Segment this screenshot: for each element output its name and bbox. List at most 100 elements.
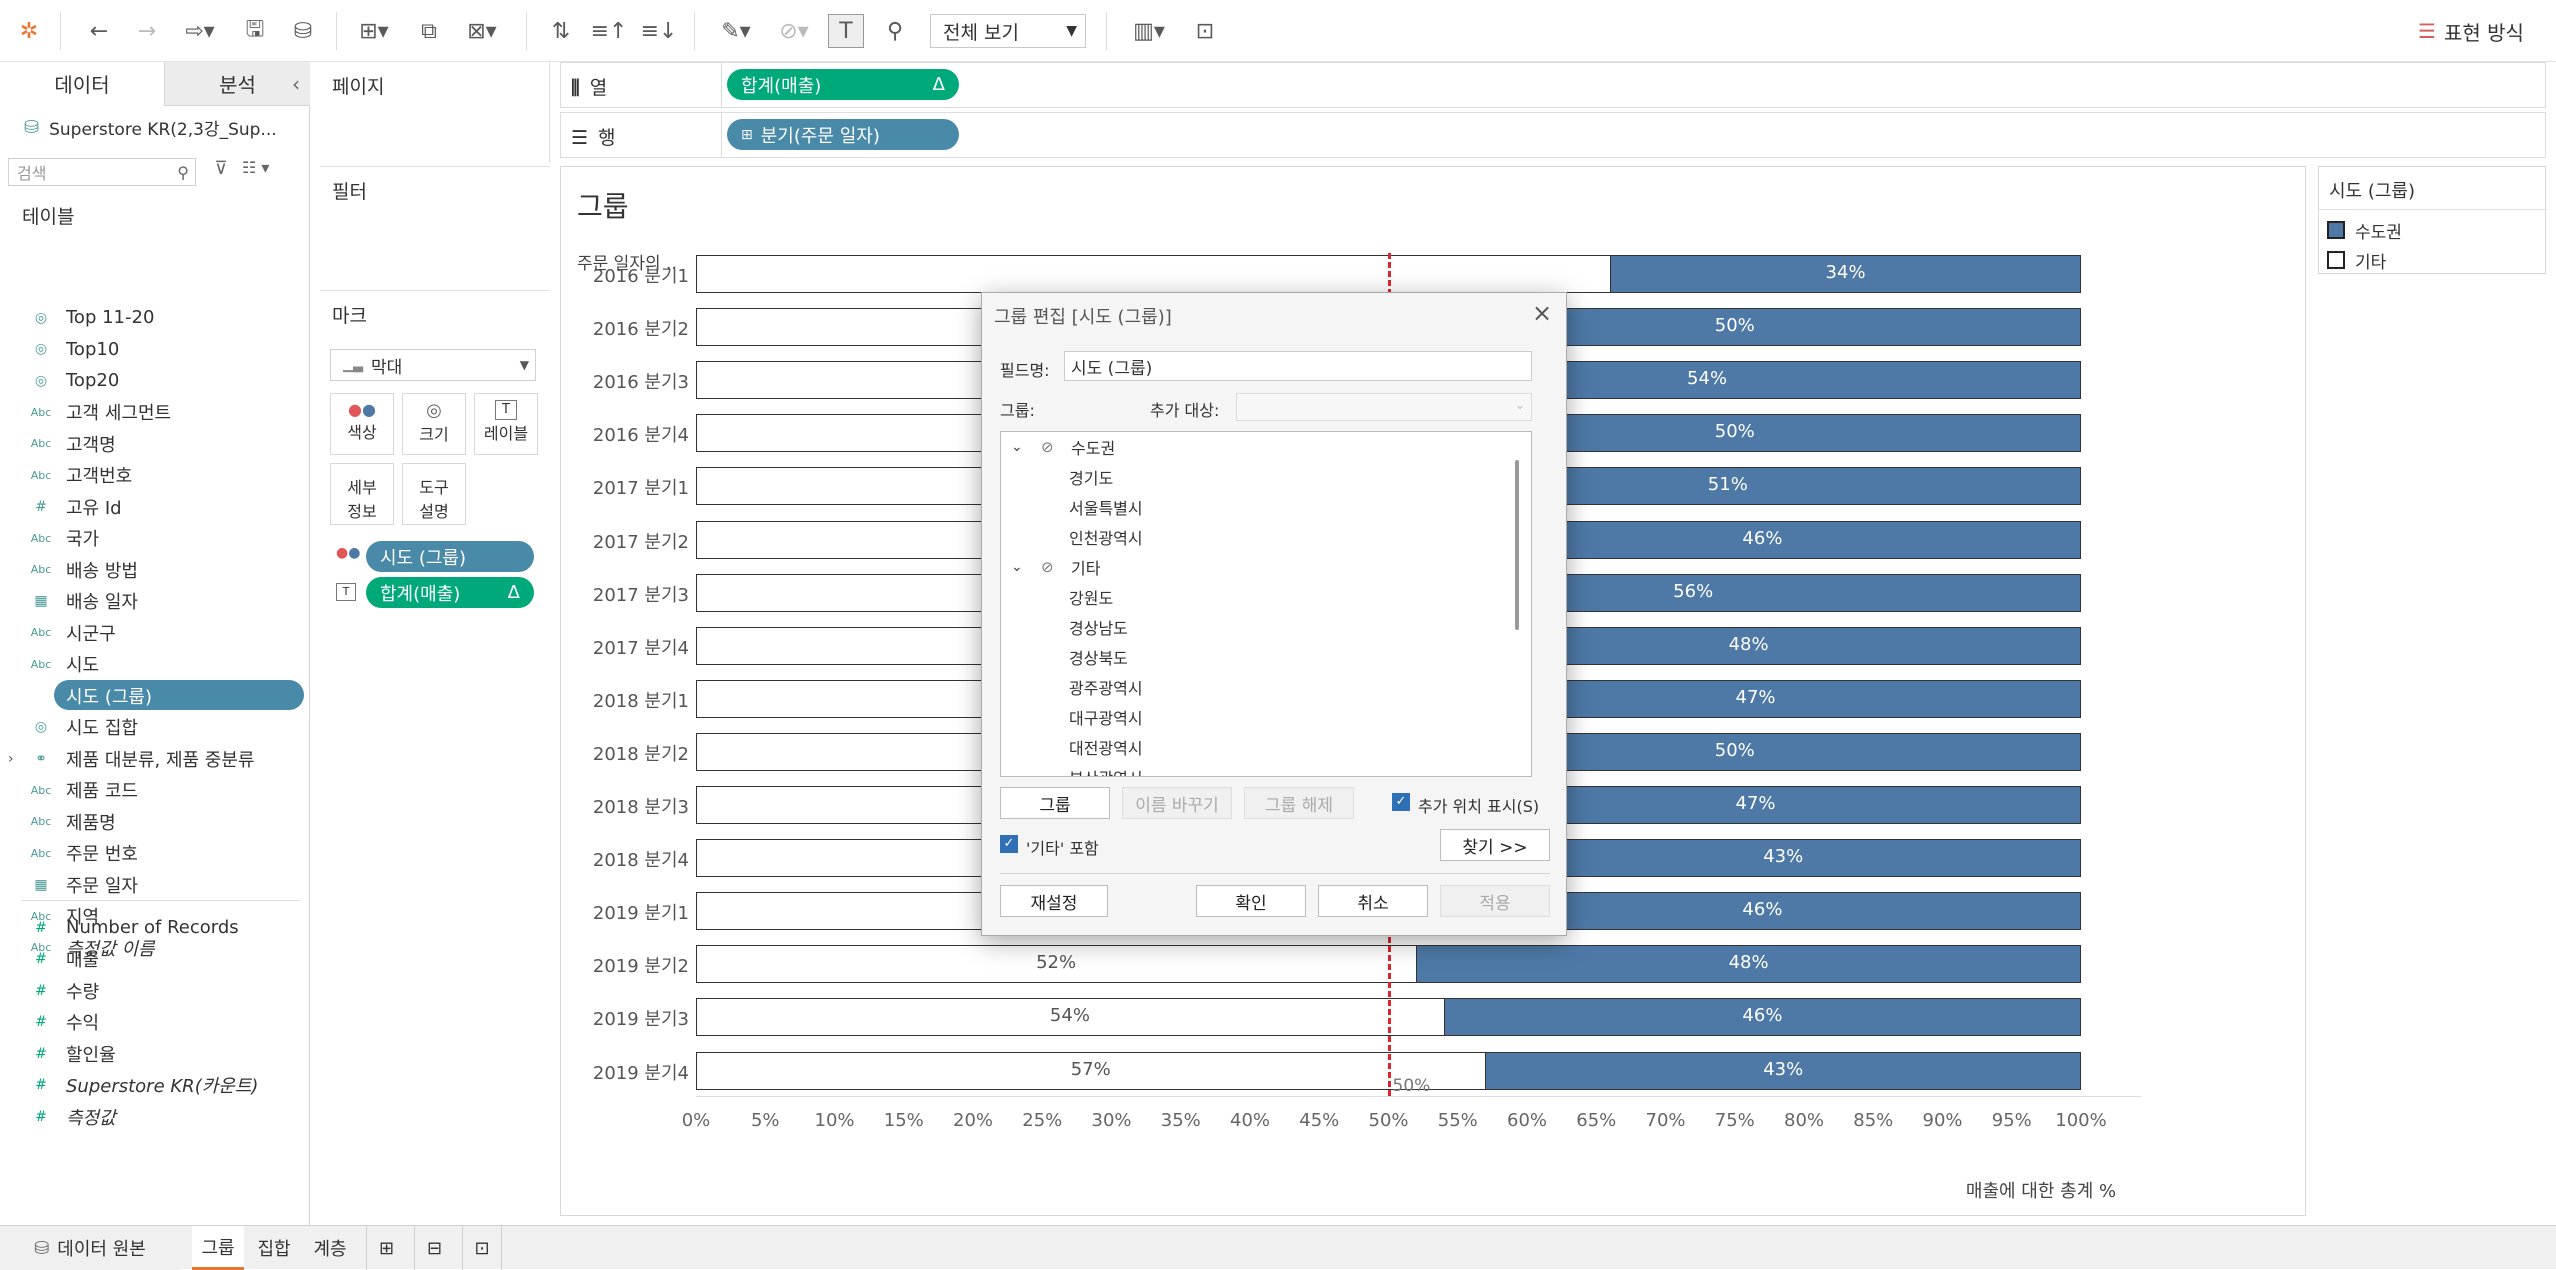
datasource-tab[interactable]: ⛁ 데이터 원본: [0, 1226, 180, 1270]
undo-icon[interactable]: ←: [82, 14, 116, 48]
chevron-down-icon[interactable]: ⌄: [1011, 559, 1023, 575]
tree-member-row[interactable]: 경상북도: [1001, 642, 1529, 672]
tree-member-row[interactable]: 경상남도: [1001, 612, 1529, 642]
label-button[interactable]: T 레이블: [474, 393, 538, 455]
sheet-tab-hierarchy[interactable]: 계층: [304, 1226, 356, 1270]
field-item[interactable]: Abc 주문 번호: [0, 838, 310, 869]
reset-button[interactable]: 재설정: [1000, 885, 1108, 917]
field-item[interactable]: ▦ 주문 일자: [0, 869, 310, 900]
tableau-logo-icon[interactable]: ✲: [14, 14, 44, 48]
presentation-mode-icon[interactable]: ⊡: [1188, 14, 1222, 48]
show-add-location-checkbox[interactable]: ✓: [1392, 793, 1410, 811]
group-members-icon[interactable]: ⊘▾: [770, 14, 818, 48]
label-pill[interactable]: 합계(매출) Δ: [366, 577, 534, 608]
filter-icon[interactable]: ⊽: [208, 158, 234, 186]
close-icon[interactable]: ×: [1532, 299, 1552, 327]
columns-pill[interactable]: 합계(매출) Δ: [727, 69, 959, 100]
clear-sheet-icon[interactable]: ⊠▾: [458, 14, 506, 48]
new-worksheet-icon[interactable]: ⊞▾: [350, 14, 398, 48]
legend-item[interactable]: 수도권: [2327, 217, 2402, 243]
tree-group-row[interactable]: ⌄ ⊘ 수도권: [1001, 432, 1529, 462]
field-item[interactable]: ◎ Top20: [0, 365, 310, 396]
field-item[interactable]: Abc 고객 세그먼트: [0, 397, 310, 428]
new-worksheet-icon[interactable]: ⊞: [366, 1226, 406, 1270]
duplicate-sheet-icon[interactable]: ⧉: [412, 14, 446, 48]
measure-item[interactable]: # 할인율: [0, 1038, 310, 1069]
view-options-icon[interactable]: ☷ ▾: [242, 158, 292, 186]
color-pill[interactable]: 시도 (그룹): [366, 541, 534, 572]
replay-icon[interactable]: ⇨▾: [176, 14, 224, 48]
new-story-icon[interactable]: ⊡: [462, 1226, 502, 1270]
cancel-button[interactable]: 취소: [1318, 885, 1428, 917]
measure-item[interactable]: # 수량: [0, 975, 310, 1006]
sort-descending-icon[interactable]: ≡↓: [641, 14, 678, 48]
ok-button[interactable]: 확인: [1196, 885, 1306, 917]
field-item[interactable]: # 고유 Id: [0, 491, 310, 522]
detail-button[interactable]: 세부 정보: [330, 463, 394, 525]
color-button[interactable]: ●● 색상: [330, 393, 394, 455]
field-item[interactable]: Abc 배송 방법: [0, 554, 310, 585]
columns-shelf[interactable]: ⫼ 열 합계(매출) Δ: [560, 62, 2546, 108]
field-item[interactable]: Abc 시군구: [0, 617, 310, 648]
show-me-button[interactable]: ☰ 표현 방식: [2396, 14, 2546, 48]
redo-icon[interactable]: →: [130, 14, 164, 48]
show-cards-icon[interactable]: ▥▾: [1122, 14, 1176, 48]
legend-item[interactable]: 기타: [2327, 247, 2386, 273]
bar-other[interactable]: [696, 255, 1611, 293]
new-dashboard-icon[interactable]: ⊟: [414, 1226, 454, 1270]
find-button[interactable]: 찾기 >>: [1440, 829, 1550, 861]
field-item[interactable]: Abc 제품명: [0, 806, 310, 837]
expand-chevron-icon[interactable]: ›: [8, 751, 14, 767]
measure-item[interactable]: # Number of Records: [0, 912, 310, 943]
new-datasource-icon[interactable]: ⛁: [286, 14, 320, 48]
sheet-tab-set[interactable]: 집합: [248, 1226, 300, 1270]
size-button[interactable]: ◎ 크기: [402, 393, 466, 455]
field-item[interactable]: Abc 국가: [0, 523, 310, 554]
search-input[interactable]: 검색 ⚲: [8, 158, 196, 186]
tree-member-row[interactable]: 서울특별시: [1001, 492, 1529, 522]
fix-axes-icon[interactable]: ⚲: [878, 14, 912, 48]
sheet-tab-group[interactable]: 그룹: [192, 1226, 244, 1270]
filters-card[interactable]: 필터: [320, 166, 550, 286]
add-to-dropdown[interactable]: ⌄: [1236, 393, 1532, 421]
pages-card[interactable]: 페이지: [320, 62, 550, 162]
apply-button[interactable]: 적용: [1440, 885, 1550, 917]
datasource-item[interactable]: ⛁ Superstore KR(2,3강_Sup...: [24, 112, 304, 142]
measure-item[interactable]: # 수익: [0, 1007, 310, 1038]
field-name-input[interactable]: 시도 (그룹): [1064, 351, 1532, 381]
save-icon[interactable]: 🖫: [238, 14, 272, 48]
tree-member-row[interactable]: 인천광역시: [1001, 522, 1529, 552]
include-other-checkbox[interactable]: ✓: [1000, 835, 1018, 853]
rename-button[interactable]: 이름 바꾸기: [1122, 787, 1232, 819]
field-item[interactable]: ◎ Top10: [0, 334, 310, 365]
field-item[interactable]: Abc 제품 코드: [0, 775, 310, 806]
measure-item[interactable]: # Superstore KR(카운트): [0, 1070, 310, 1101]
mark-type-dropdown[interactable]: ▁▃ 막대 ▼: [330, 349, 536, 381]
tree-member-row[interactable]: 부산광역시: [1001, 762, 1529, 776]
field-item[interactable]: Abc 고객번호: [0, 460, 310, 491]
highlight-icon[interactable]: ✎▾: [712, 14, 760, 48]
group-button[interactable]: 그룹: [1000, 787, 1110, 819]
tab-data[interactable]: 데이터: [0, 62, 164, 106]
tree-member-row[interactable]: 대구광역시: [1001, 702, 1529, 732]
collapse-pane-icon[interactable]: ‹: [292, 72, 300, 96]
group-tree-list[interactable]: ⌄ ⊘ 수도권 경기도 서울특별시 인천광역시 ⌄ ⊘ 기타 강원도 경상남도 경상북도 광주광역시 대구…: [1000, 431, 1532, 777]
tooltip-button[interactable]: 도구 설명: [402, 463, 466, 525]
measure-item[interactable]: # 측정값: [0, 1101, 310, 1132]
tree-member-row[interactable]: 대전광역시: [1001, 732, 1529, 762]
field-item[interactable]: › ⚭ 제품 대분류, 제품 중분류: [0, 743, 310, 774]
field-item[interactable]: ⊘ 시도 (그룹): [0, 680, 310, 711]
tree-member-row[interactable]: 강원도: [1001, 582, 1529, 612]
ungroup-button[interactable]: 그룹 해제: [1244, 787, 1354, 819]
tree-member-row[interactable]: 경기도: [1001, 462, 1529, 492]
chevron-down-icon[interactable]: ⌄: [1011, 439, 1023, 455]
sort-ascending-icon[interactable]: ≡↑: [591, 14, 628, 48]
view-size-dropdown[interactable]: 전체 보기 ▼: [930, 14, 1086, 48]
measure-item[interactable]: # 매출: [0, 944, 310, 975]
tree-scrollbar[interactable]: [1515, 460, 1519, 630]
rows-pill[interactable]: ⊞ 분기(주문 일자): [727, 119, 959, 150]
tab-analysis[interactable]: 분석 ‹: [164, 62, 310, 106]
field-item[interactable]: ◎ Top 11-20: [0, 302, 310, 333]
tree-group-row[interactable]: ⌄ ⊘ 기타: [1001, 552, 1529, 582]
rows-shelf[interactable]: ☰ 행 ⊞ 분기(주문 일자): [560, 112, 2546, 158]
